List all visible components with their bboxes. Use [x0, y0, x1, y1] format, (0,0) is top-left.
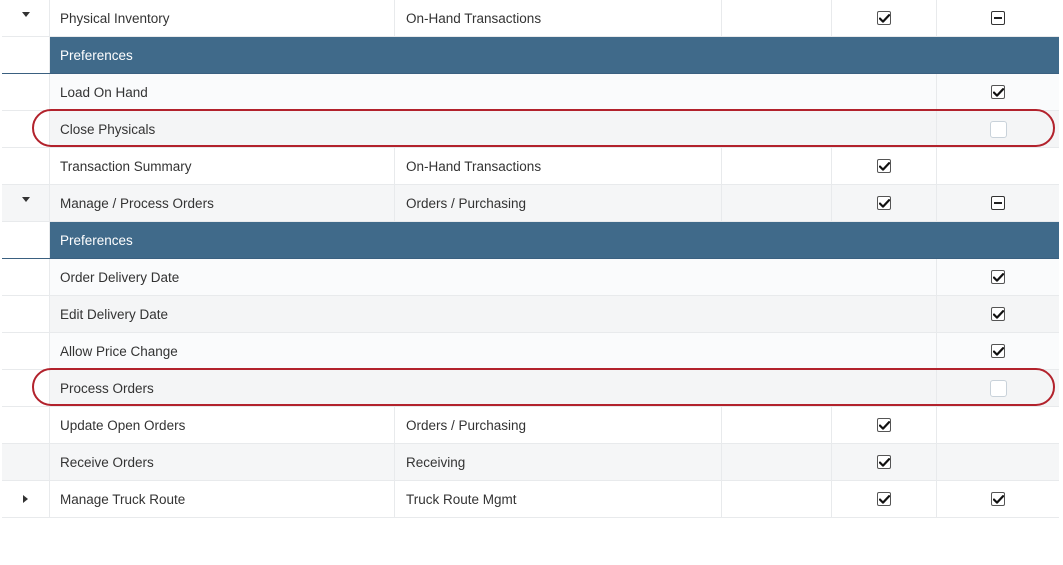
function-name: Physical Inventory [60, 10, 170, 26]
preference-checkbox[interactable] [989, 120, 1007, 138]
preference-row: Close Physicals [2, 109, 1059, 148]
preference-toggle-cell [937, 148, 1059, 184]
empty-cell [722, 407, 832, 443]
preference-toggle-checkbox[interactable] [991, 11, 1005, 25]
empty-cell [722, 481, 832, 517]
access-check-cell [832, 148, 937, 184]
preference-checkbox[interactable] [991, 307, 1005, 321]
preference-check-cell [937, 74, 1059, 110]
permissions-grid: Physical Inventory On-Hand Transactions Pr… [2, 0, 1059, 518]
expanded-triangle-icon[interactable] [21, 11, 30, 17]
indent-cell [2, 222, 50, 258]
expander-cell [2, 444, 50, 480]
access-check-cell [832, 185, 937, 221]
preference-checkbox[interactable] [991, 85, 1005, 99]
preference-name: Close Physicals [60, 121, 156, 137]
preference-check-cell [937, 370, 1059, 406]
access-check-cell [832, 407, 937, 443]
indent-cell [2, 333, 50, 369]
empty-cell [722, 444, 832, 480]
indent-cell [2, 37, 50, 73]
function-name: Manage Truck Route [60, 491, 186, 507]
preference-check-cell [937, 296, 1059, 332]
function-name: Manage / Process Orders [60, 195, 214, 211]
preference-check-cell [937, 111, 1059, 147]
preference-checkbox[interactable] [991, 344, 1005, 358]
indent-cell [2, 74, 50, 110]
expander-cell[interactable] [2, 185, 50, 221]
access-checkbox[interactable] [877, 11, 891, 25]
access-checkbox[interactable] [877, 159, 891, 173]
indent-cell [2, 370, 50, 406]
preference-toggle-cell [937, 444, 1059, 480]
preference-row: Order Delivery Date [2, 259, 1059, 296]
function-name: Receive Orders [60, 454, 154, 470]
preference-toggle-cell [937, 185, 1059, 221]
preference-checkbox[interactable] [991, 270, 1005, 284]
preference-check-cell [937, 333, 1059, 369]
function-group: Truck Route Mgmt [406, 491, 517, 507]
function-row: Receive Orders Receiving [2, 444, 1059, 481]
preference-row: Edit Delivery Date [2, 296, 1059, 333]
function-group: Orders / Purchasing [406, 417, 527, 433]
preference-name: Process Orders [60, 380, 154, 396]
access-check-cell [832, 0, 937, 36]
indent-cell [2, 259, 50, 295]
access-checkbox[interactable] [877, 455, 891, 469]
function-group: On-Hand Transactions [406, 158, 542, 174]
access-check-cell [832, 481, 937, 517]
preference-check-cell [937, 259, 1059, 295]
access-checkbox[interactable] [877, 196, 891, 210]
access-check-cell [832, 444, 937, 480]
preference-row: Process Orders [2, 368, 1059, 407]
preferences-header-label: Preferences [60, 47, 133, 63]
preference-toggle-checkbox[interactable] [991, 196, 1005, 210]
preference-toggle-cell [937, 407, 1059, 443]
preference-row: Allow Price Change [2, 333, 1059, 370]
indent-cell [2, 111, 50, 147]
function-name: Update Open Orders [60, 417, 186, 433]
collapsed-triangle-icon[interactable] [23, 495, 28, 503]
preference-name: Allow Price Change [60, 343, 178, 359]
expander-cell[interactable] [2, 0, 50, 36]
expander-cell [2, 407, 50, 443]
function-group: On-Hand Transactions [406, 10, 542, 26]
preferences-header: Preferences [2, 222, 1059, 259]
preference-row: Load On Hand [2, 74, 1059, 111]
function-group: Receiving [406, 454, 466, 470]
function-row: Manage Truck Route Truck Route Mgmt [2, 481, 1059, 518]
function-row: Update Open Orders Orders / Purchasing [2, 407, 1059, 444]
function-name: Transaction Summary [60, 158, 192, 174]
expanded-triangle-icon[interactable] [21, 196, 30, 202]
access-checkbox[interactable] [877, 418, 891, 432]
function-group: Orders / Purchasing [406, 195, 527, 211]
preference-name: Edit Delivery Date [60, 306, 169, 322]
preference-toggle-cell [937, 0, 1059, 36]
empty-cell [722, 185, 832, 221]
access-checkbox[interactable] [877, 492, 891, 506]
preferences-header: Preferences [2, 37, 1059, 74]
expander-cell [2, 148, 50, 184]
preference-toggle-cell [937, 481, 1059, 517]
preferences-header-label: Preferences [60, 232, 133, 248]
preference-name: Load On Hand [60, 84, 148, 100]
function-row: Physical Inventory On-Hand Transactions [2, 0, 1059, 37]
preference-name: Order Delivery Date [60, 269, 180, 285]
empty-cell [722, 148, 832, 184]
function-row: Manage / Process Orders Orders / Purchasi… [2, 185, 1059, 222]
indent-cell [2, 296, 50, 332]
preference-checkbox[interactable] [989, 379, 1007, 397]
expander-cell[interactable] [2, 481, 50, 517]
empty-cell [722, 0, 832, 36]
function-row: Transaction Summary On-Hand Transactions [2, 148, 1059, 185]
preference-toggle-checkbox[interactable] [991, 492, 1005, 506]
